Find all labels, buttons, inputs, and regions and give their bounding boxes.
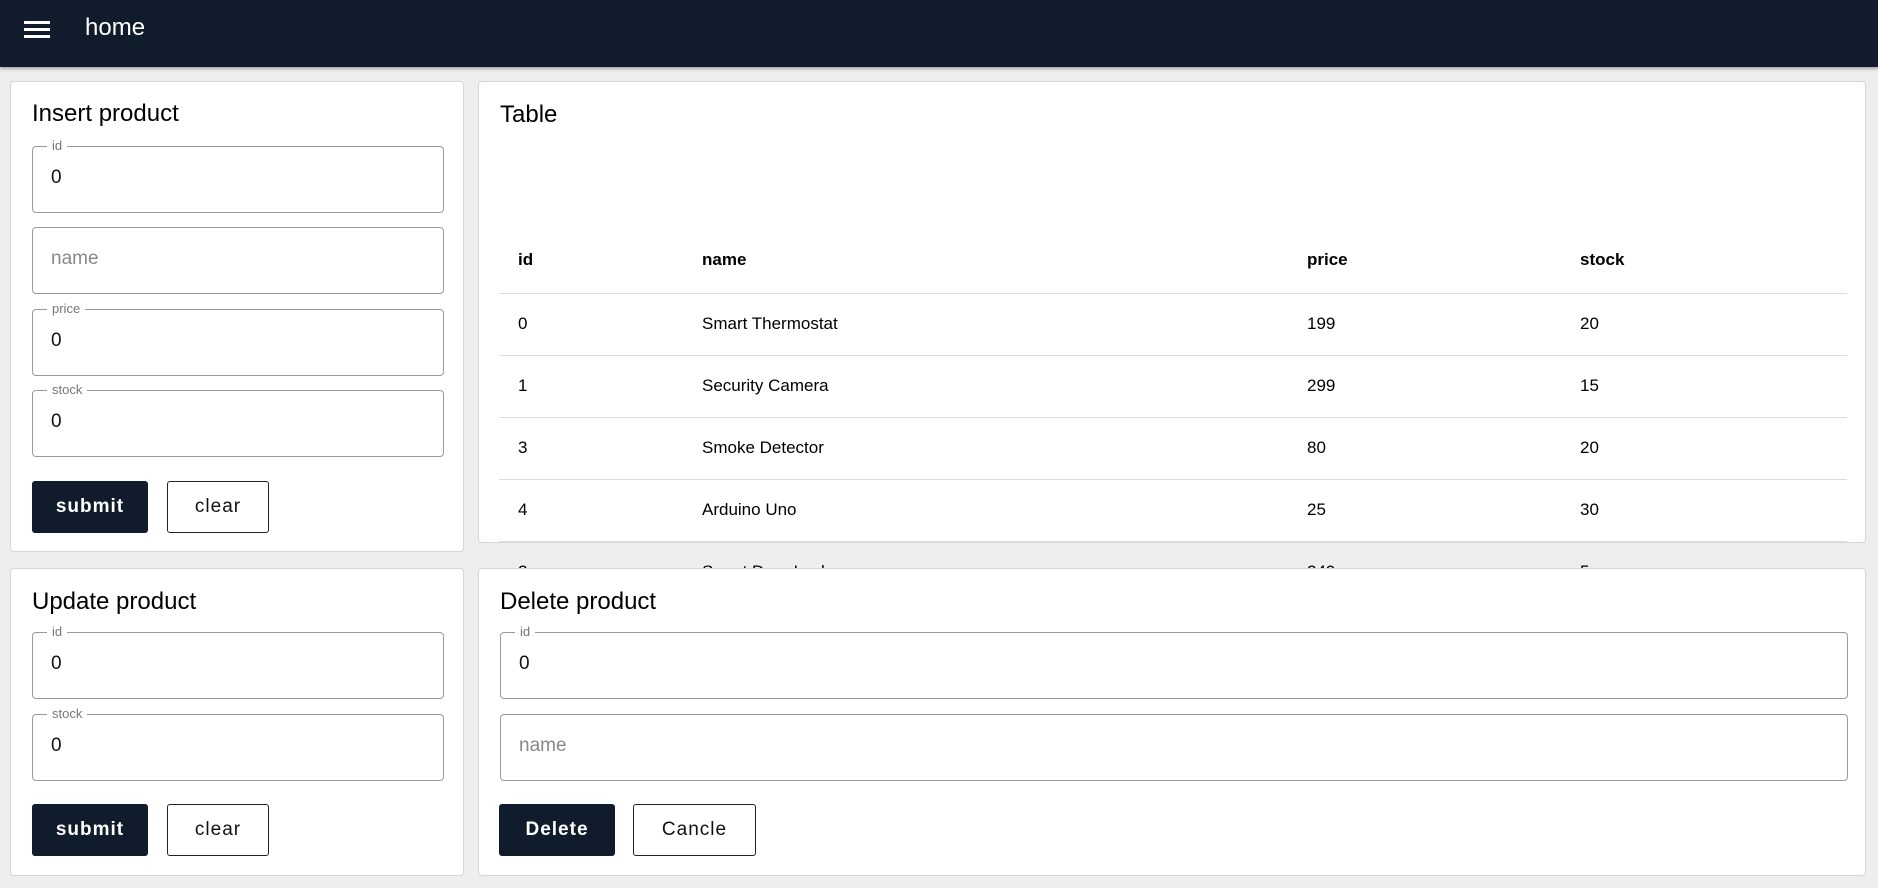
- update-submit-button[interactable]: submit: [32, 804, 148, 856]
- cell-name: Smart Thermostat: [683, 293, 1288, 356]
- cell-id: 1: [499, 355, 683, 418]
- field-label: id: [47, 138, 68, 153]
- insert-name-field[interactable]: [32, 227, 444, 294]
- insert-price-field[interactable]: price: [32, 301, 444, 376]
- table-header-row: id name price stock: [499, 227, 1847, 294]
- hamburger-menu-icon[interactable]: [24, 18, 50, 40]
- app-bar: home: [0, 0, 1878, 67]
- insert-stock-input[interactable]: [51, 411, 379, 433]
- column-header-stock: stock: [1561, 227, 1847, 294]
- cell-name: Smoke Detector: [683, 417, 1288, 480]
- insert-product-card: Insert product id price stock submit cle…: [10, 81, 464, 552]
- insert-submit-button[interactable]: submit: [32, 481, 148, 533]
- products-table: id name price stock 0 Smart Thermostat 199…: [499, 227, 1847, 603]
- table-row: 1 Security Camera 299 15: [499, 355, 1847, 418]
- cell-name: Arduino Uno: [683, 479, 1288, 542]
- card-title: Table: [500, 101, 558, 128]
- delete-id-field[interactable]: id: [500, 624, 1848, 699]
- delete-name-field[interactable]: [500, 714, 1848, 781]
- insert-name-input[interactable]: [51, 248, 379, 270]
- delete-id-input[interactable]: [519, 653, 1596, 675]
- app-title: home: [85, 14, 146, 41]
- cell-price: 299: [1288, 355, 1561, 418]
- cell-stock: 30: [1561, 479, 1847, 542]
- insert-id-field[interactable]: id: [32, 138, 444, 213]
- table-row: 3 Smoke Detector 80 20: [499, 417, 1847, 480]
- delete-button[interactable]: Delete: [499, 804, 615, 856]
- table-card: Table id name price stock 0 Smart Thermos…: [478, 81, 1866, 581]
- cell-id: 3: [499, 417, 683, 480]
- insert-price-input[interactable]: [51, 330, 379, 352]
- cell-stock: 15: [1561, 355, 1847, 418]
- field-label: id: [515, 624, 536, 639]
- cell-price: 80: [1288, 417, 1561, 480]
- update-id-field[interactable]: id: [32, 624, 444, 699]
- update-clear-button[interactable]: clear: [167, 804, 269, 856]
- column-header-id: id: [499, 227, 683, 294]
- column-header-name: name: [683, 227, 1288, 294]
- update-id-input[interactable]: [51, 653, 379, 675]
- insert-stock-field[interactable]: stock: [32, 382, 444, 457]
- delete-name-input[interactable]: [519, 735, 1596, 757]
- field-label: stock: [47, 382, 88, 397]
- cell-stock: 20: [1561, 293, 1847, 356]
- update-product-card: Update product id stock submit clear: [10, 568, 464, 876]
- cell-price: 25: [1288, 479, 1561, 542]
- insert-clear-button[interactable]: clear: [167, 481, 269, 533]
- update-stock-input[interactable]: [51, 735, 379, 757]
- cancel-button[interactable]: Cancle: [633, 804, 756, 856]
- table-row: 4 Arduino Uno 25 30: [499, 479, 1847, 542]
- field-label: stock: [47, 706, 88, 721]
- cell-price: 199: [1288, 293, 1561, 356]
- card-title: Insert product: [32, 100, 179, 127]
- cell-id: 4: [499, 479, 683, 542]
- insert-id-input[interactable]: [51, 167, 379, 189]
- table-row: 0 Smart Thermostat 199 20: [499, 293, 1847, 356]
- delete-product-card: Delete product id Delete Cancle: [478, 568, 1866, 876]
- cell-name: Security Camera: [683, 355, 1288, 418]
- card-title: Delete product: [500, 588, 657, 615]
- column-header-price: price: [1288, 227, 1561, 294]
- field-label: id: [47, 624, 68, 639]
- cell-stock: 20: [1561, 417, 1847, 480]
- card-title: Update product: [32, 588, 197, 615]
- update-stock-field[interactable]: stock: [32, 706, 444, 781]
- field-label: price: [47, 301, 86, 316]
- cell-id: 0: [499, 293, 683, 356]
